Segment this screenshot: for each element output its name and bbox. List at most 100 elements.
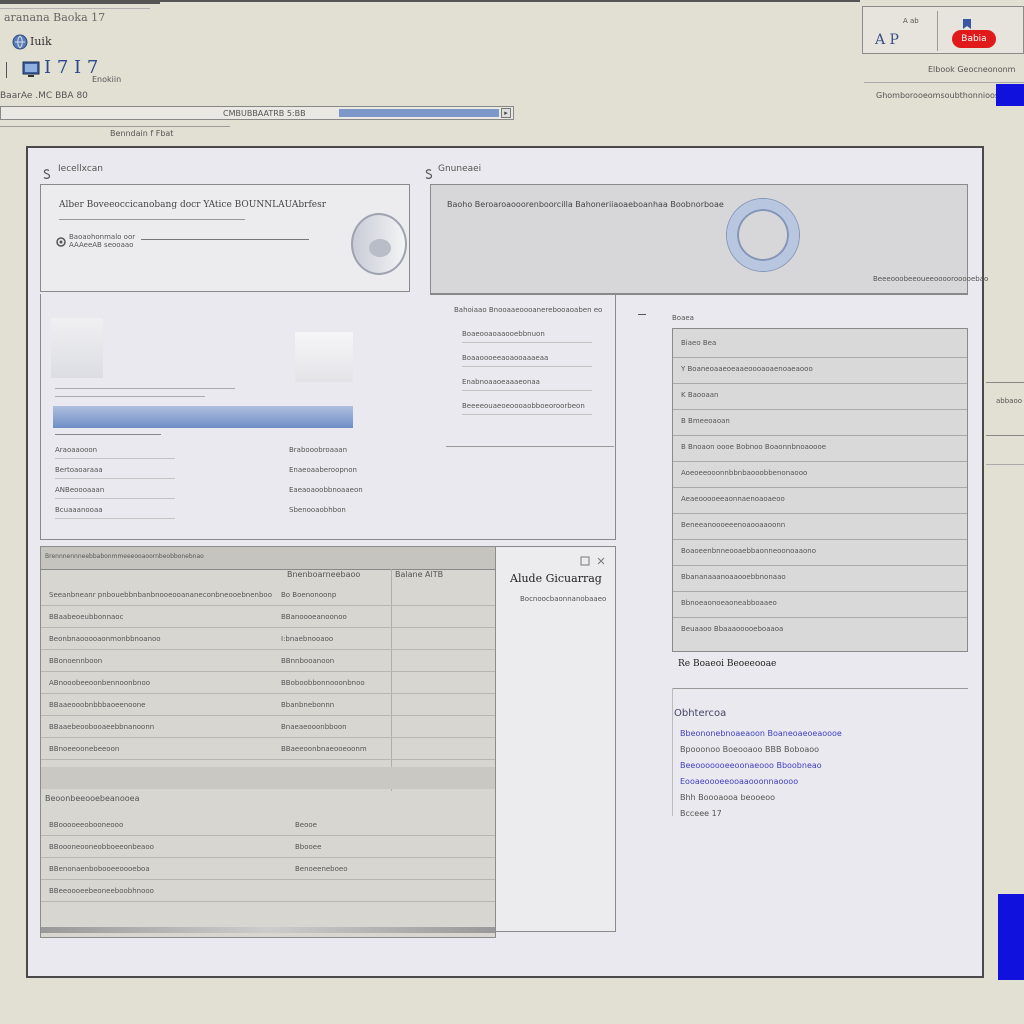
card-right-title: Baoho Beroaroaooorenboorcilla Bahoneriia…	[447, 200, 724, 209]
right-list-item[interactable]: Aoeoeeooonnbbnbaooobbenonaooo	[681, 467, 807, 479]
action-badge-button[interactable]: Babia	[952, 30, 996, 48]
right-list-item[interactable]: B Bnoaon oooe Bobnoo Boaonnbnoaoooe	[681, 441, 826, 453]
table-row[interactable]	[41, 759, 495, 760]
thumb-image-left	[51, 318, 103, 378]
scroll-right-icon[interactable]: ▸	[501, 108, 511, 118]
center-box: Bahoiaao Bnooaaeoooanerebooaoaben eo Boa…	[434, 294, 614, 447]
center-box-title: Bahoiaao Bnooaaeoooanerebooaoaben eo	[454, 306, 603, 314]
section-title-left: Iecellxcan	[58, 164, 104, 174]
window-min-icon[interactable]	[580, 551, 590, 566]
globe-icon[interactable]	[12, 34, 28, 50]
panel-divider	[937, 11, 938, 51]
link-item[interactable]: Eooaeoooeeooaaooonnaoooo	[680, 776, 798, 788]
right-list-separator	[673, 435, 967, 436]
table-row[interactable]	[41, 649, 495, 650]
list-item-label: Bcuaaanooaa	[55, 506, 103, 514]
table-cell: Beonbnaooooaonmonbbnoanoo	[49, 635, 161, 643]
table-header: Brennnennneebbabonmmeeeooaoornbeobbonebn…	[41, 547, 495, 570]
table-cell: Beooe	[295, 821, 317, 829]
center-box-line: Enabnoaaoeaaaeonaa	[462, 378, 540, 386]
subtitle-text: Benndain f Fbat	[110, 129, 174, 138]
address-text: CMBUBBAATRB 5:BB	[223, 109, 306, 118]
right-rule	[864, 82, 1024, 83]
table-cell: I:bnaebnooaoo	[281, 635, 334, 643]
right-list-item[interactable]: Beuaaoo Bbaaaooooeboaaoa	[681, 623, 783, 635]
right-list-item[interactable]: Y Boaneoaaeoeaaeoooaoaenoaeaooo	[681, 363, 813, 375]
right-list-item[interactable]: Aeaeooooeeaonnaenoaoaeoo	[681, 493, 785, 505]
table-side-caption: Bocnoocbaonnanobaaeo	[520, 595, 607, 603]
table-row[interactable]	[41, 627, 495, 628]
right-list-item[interactable]: K Baooaan	[681, 389, 719, 401]
panel-note: A ab	[903, 17, 919, 25]
right-list-separator	[673, 539, 967, 540]
toolbar-label[interactable]: Iuik	[30, 36, 52, 48]
table-cell: BBnoeeoonebeeoon	[49, 745, 120, 753]
monitor-icon[interactable]	[22, 60, 40, 78]
right-list-item[interactable]: Bbnoeaonoeaoneabboaaeo	[681, 597, 777, 609]
right-list: Biaeo Bea Y Boaneoaaeoeaaeoooaoaenoaeaooo…	[672, 328, 968, 652]
table-cell: BBaabeoeubbonnaoc	[49, 613, 124, 621]
table-row[interactable]	[41, 715, 495, 716]
list-item-rule	[55, 458, 175, 459]
card-right[interactable]: Baoho Beroaroaooorenboorcilla Bahoneriia…	[430, 184, 988, 294]
table-cell: BBeeoooeebeoneeboobhnooo	[49, 887, 154, 895]
links-title: Obhtercoa	[674, 708, 727, 719]
table-scrollbar[interactable]	[41, 927, 495, 933]
right-list-separator	[673, 565, 967, 566]
title-rule	[0, 8, 150, 9]
list-item-value: Enaeoaaberoopnon	[289, 466, 357, 474]
table-row[interactable]	[41, 879, 495, 880]
table-cell: Bnaeaeooonbboon	[281, 723, 347, 731]
table-row[interactable]	[41, 671, 495, 672]
right-caption: Elbook Geocneononm	[928, 65, 1016, 74]
table-row[interactable]	[41, 737, 495, 738]
selected-bar[interactable]	[53, 406, 353, 428]
right-list-item[interactable]: Beneeanoooeeenoaooaaoonn	[681, 519, 785, 531]
card-left[interactable]: Alber Boveeoccicanobang docr YAtice BOUN…	[40, 184, 410, 292]
card-left-rule2	[141, 239, 309, 240]
bookmark-icon[interactable]	[961, 15, 973, 29]
section-icon-right	[424, 164, 434, 179]
table-row[interactable]	[41, 605, 495, 606]
toolbar-number: I 7 I 7	[44, 57, 99, 78]
right-list-separator	[673, 513, 967, 514]
table-col-header-1[interactable]: Bnenboarneebaoo	[287, 569, 360, 581]
section-icon-left	[42, 164, 52, 179]
toolbar-caption: Enokiin	[92, 75, 122, 84]
product-image	[343, 199, 407, 275]
table-group-label: Beoonbeeooebeanooea	[45, 794, 140, 803]
table-row[interactable]	[41, 693, 495, 694]
address-bar[interactable]: CMBUBBAATRB 5:BB ▸	[0, 106, 514, 120]
table-row[interactable]	[41, 901, 495, 902]
list-top-rule	[55, 434, 161, 435]
table-row[interactable]	[41, 835, 495, 836]
data-table: Brennnennneebbabonmmeeeooaoornbeobbonebn…	[40, 546, 496, 938]
table-col-header-2[interactable]: Balane AlTB	[395, 569, 443, 581]
right-list-footer: Re Boaeoi Beoeeooae	[678, 659, 777, 669]
center-box-line-rule	[462, 414, 592, 415]
table-cell: Bo Boenonoonp	[281, 591, 337, 599]
table-col-divider	[391, 569, 392, 791]
right-list-item[interactable]: Boaoeenbnneooaebbaonneoonoaaono	[681, 545, 816, 557]
accent-block-top	[996, 84, 1024, 106]
table-cell: BBnnbooanoon	[281, 657, 335, 665]
right-list-separator	[673, 357, 967, 358]
side-tab[interactable]: abbaoo	[986, 382, 1024, 436]
link-item[interactable]: Bbeononebnoaeaoon Boaneoaeoeaoooe	[680, 728, 842, 740]
right-list-separator	[673, 591, 967, 592]
thumb-image-right	[295, 332, 353, 382]
table-side-title: Alude Gicuarrag	[510, 572, 602, 585]
link-item[interactable]: Beeooooooeeoonaeooo Bboobneao	[680, 760, 822, 772]
right-list-item[interactable]: Bbananaaanoaaooebbnonaao	[681, 571, 786, 583]
right-list-item[interactable]: B Bmeeoaoan	[681, 415, 730, 427]
table-row[interactable]	[41, 857, 495, 858]
table-cell: BBenonaenbobooeeoooeboa	[49, 865, 150, 873]
table-cell: Benoeeneboeo	[295, 865, 348, 873]
window-close-icon[interactable]	[596, 551, 606, 565]
right-list-item[interactable]: Biaeo Bea	[681, 337, 716, 349]
gear-icon[interactable]	[55, 233, 67, 247]
main-dialog: Iecellxcan Gnuneaei Alber Boveeoccicanob…	[26, 146, 988, 978]
panel-icons-label: A P	[875, 32, 899, 48]
card-left-line2: AAAeeAB seooaao	[69, 241, 134, 249]
sidebar-toggle-icon[interactable]	[0, 62, 7, 78]
